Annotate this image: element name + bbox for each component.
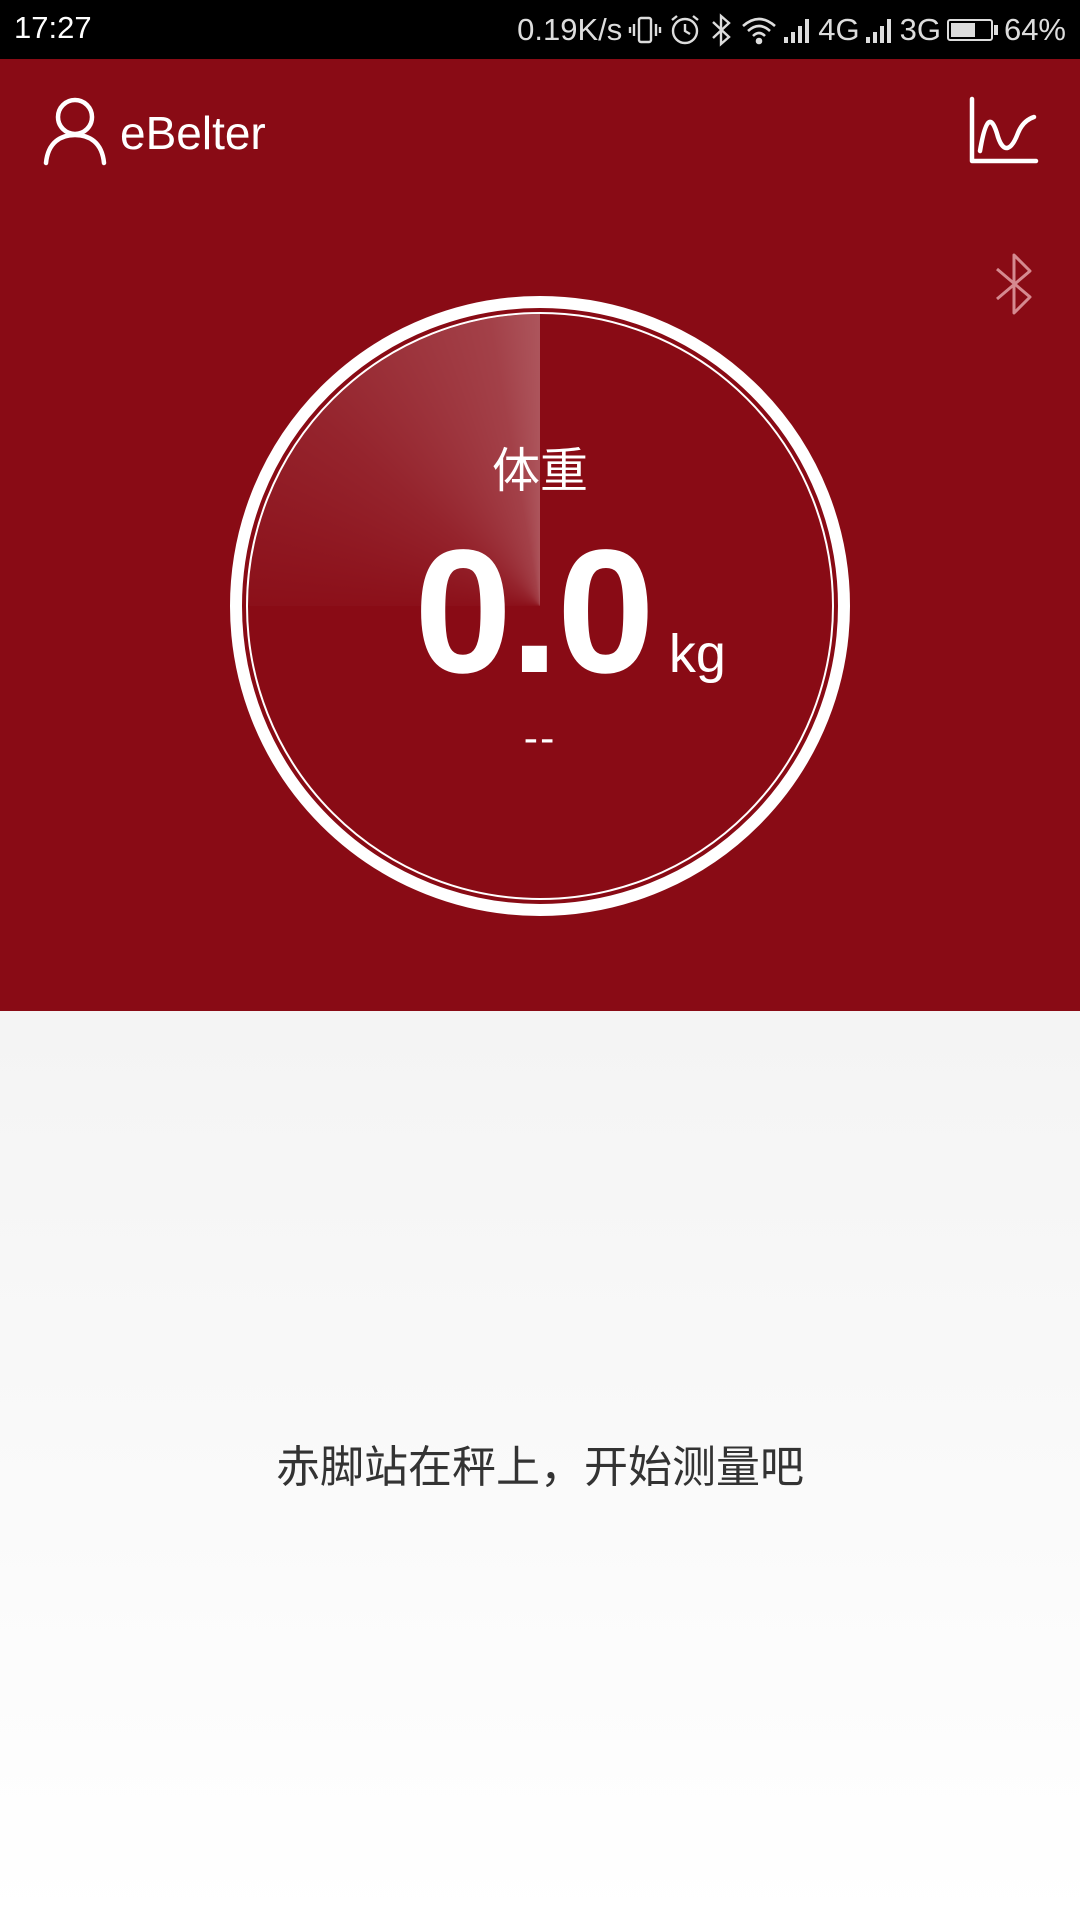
- network-type-2: 3G: [899, 11, 941, 47]
- network-type-1: 4G: [818, 11, 860, 47]
- network-speed: 0.19K/s: [517, 11, 623, 47]
- cell-signal-icon: [784, 15, 812, 45]
- weight-gauge: 体重 0.0 kg --: [230, 296, 850, 916]
- weight-panel: eBelter 体重 0.0 kg --: [0, 59, 1080, 1011]
- status-time: 17:27: [14, 10, 92, 45]
- weight-value: 0.0: [414, 514, 655, 710]
- weight-sub-value: --: [523, 716, 557, 762]
- instruction-area: 赤脚站在秤上，开始测量吧: [0, 1011, 1080, 1920]
- bluetooth-status[interactable]: [992, 251, 1036, 317]
- user-icon: [42, 95, 108, 171]
- status-bar: 17:27 0.19K/s 4G 3G 64%: [0, 0, 1080, 59]
- profile-button[interactable]: eBelter: [42, 95, 266, 171]
- wifi-icon: [740, 13, 778, 47]
- weight-label: 体重: [491, 443, 588, 499]
- alarm-icon: [668, 13, 702, 47]
- battery-percent: 64%: [1003, 11, 1066, 47]
- bluetooth-icon: [992, 253, 1036, 321]
- line-chart-icon: [968, 96, 1040, 171]
- trend-chart-button[interactable]: [968, 95, 1040, 167]
- weight-unit: kg: [668, 624, 726, 684]
- cell-signal-icon: [865, 15, 894, 45]
- battery-icon: [946, 18, 998, 41]
- vibrate-icon: [628, 13, 662, 47]
- instruction-text: 赤脚站在秤上，开始测量吧: [276, 1442, 804, 1493]
- app-name: eBelter: [120, 107, 266, 159]
- weight-readout: 0.0 kg: [230, 524, 850, 700]
- bluetooth-icon: [708, 12, 734, 47]
- status-icons: 0.19K/s 4G 3G 64%: [517, 0, 1066, 59]
